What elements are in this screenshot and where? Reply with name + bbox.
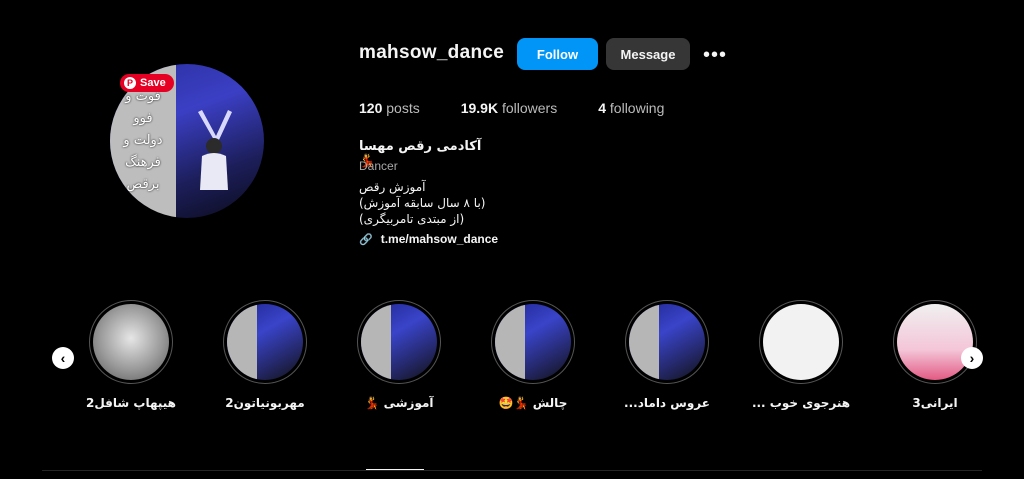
followers-stat[interactable]: 19.9K followers: [461, 100, 558, 116]
highlight-item[interactable]: مهربونیاتون2: [210, 300, 320, 410]
bio-line: آموزش رقص: [359, 180, 426, 194]
followers-count: 19.9K: [460, 100, 499, 116]
avatar-text-line: دولت و: [123, 133, 163, 148]
highlight-image: [897, 304, 973, 380]
profile-stats: 120 posts 19.9K followers 4 following: [359, 100, 705, 116]
save-label: Save: [140, 77, 166, 89]
highlight-item[interactable]: هنرجوی خوب ...: [746, 300, 856, 410]
bio-line: (از مبتدی تامربیگری): [359, 212, 465, 226]
highlight-item[interactable]: آموزشی 💃: [344, 300, 454, 410]
highlight-label: ایرانی3: [912, 396, 958, 410]
highlight-image: [495, 304, 571, 380]
profile-username: mahsow_dance: [359, 42, 505, 63]
posts-label: posts: [386, 100, 420, 116]
following-count: 4: [598, 100, 607, 116]
following-label: following: [609, 100, 665, 116]
highlight-label: چالش 💃🤩: [498, 396, 568, 410]
highlight-label: هیپهاپ شافل2: [85, 396, 176, 410]
avatar-text-line: فوو: [133, 111, 153, 126]
bio-link[interactable]: 🔗 t.me/mahsow_dance: [359, 232, 498, 246]
avatar-text-line: برقص: [126, 177, 160, 192]
highlight-cover[interactable]: [357, 300, 441, 384]
highlight-label: عروس داماد...: [624, 396, 710, 410]
bio-category: Dancer: [359, 159, 398, 173]
highlight-cover[interactable]: [625, 300, 709, 384]
highlight-item[interactable]: هیپهاپ شافل2: [76, 300, 186, 410]
highlight-item[interactable]: چالش 💃🤩: [478, 300, 588, 410]
highlight-cover[interactable]: [893, 300, 977, 384]
posts-stat: 120 posts: [359, 100, 420, 116]
highlight-cover[interactable]: [89, 300, 173, 384]
pinterest-save-button[interactable]: P Save: [120, 74, 174, 92]
tabs-divider: [42, 470, 982, 471]
highlight-cover[interactable]: [759, 300, 843, 384]
highlight-image: [227, 304, 303, 380]
highlight-item[interactable]: عروس داماد...: [612, 300, 722, 410]
highlight-cover[interactable]: [491, 300, 575, 384]
story-highlights: هیپهاپ شافل2 مهربونیاتون2 آموزشی 💃 چالش …: [0, 300, 1024, 420]
bio-line: (با ۸ سال سابقه آموزش): [359, 196, 486, 210]
highlight-image: [763, 304, 839, 380]
pinterest-icon: P: [124, 77, 136, 89]
bio-link-text[interactable]: t.me/mahsow_dance: [381, 232, 498, 246]
highlight-label: مهربونیاتون2: [225, 396, 305, 410]
highlight-cover[interactable]: [223, 300, 307, 384]
highlight-image: [361, 304, 437, 380]
highlights-next-arrow-icon[interactable]: ›: [961, 347, 983, 369]
dancer-figure: [198, 110, 232, 190]
following-stat[interactable]: 4 following: [598, 100, 664, 116]
active-tab-indicator: [366, 469, 424, 470]
highlight-image: [93, 304, 169, 380]
followers-label: followers: [501, 100, 558, 116]
follow-button[interactable]: Follow: [517, 38, 598, 70]
highlight-label: هنرجوی خوب ...: [751, 396, 851, 410]
link-icon: 🔗: [359, 233, 373, 246]
avatar-text-line: فرهنگ: [125, 155, 161, 170]
highlight-label: آموزشی 💃: [364, 396, 434, 410]
highlight-image: [629, 304, 705, 380]
more-options-icon[interactable]: •••: [703, 44, 727, 67]
message-button[interactable]: Message: [606, 38, 690, 70]
highlights-prev-arrow-icon[interactable]: ‹: [52, 347, 74, 369]
posts-count: 120: [359, 100, 383, 116]
